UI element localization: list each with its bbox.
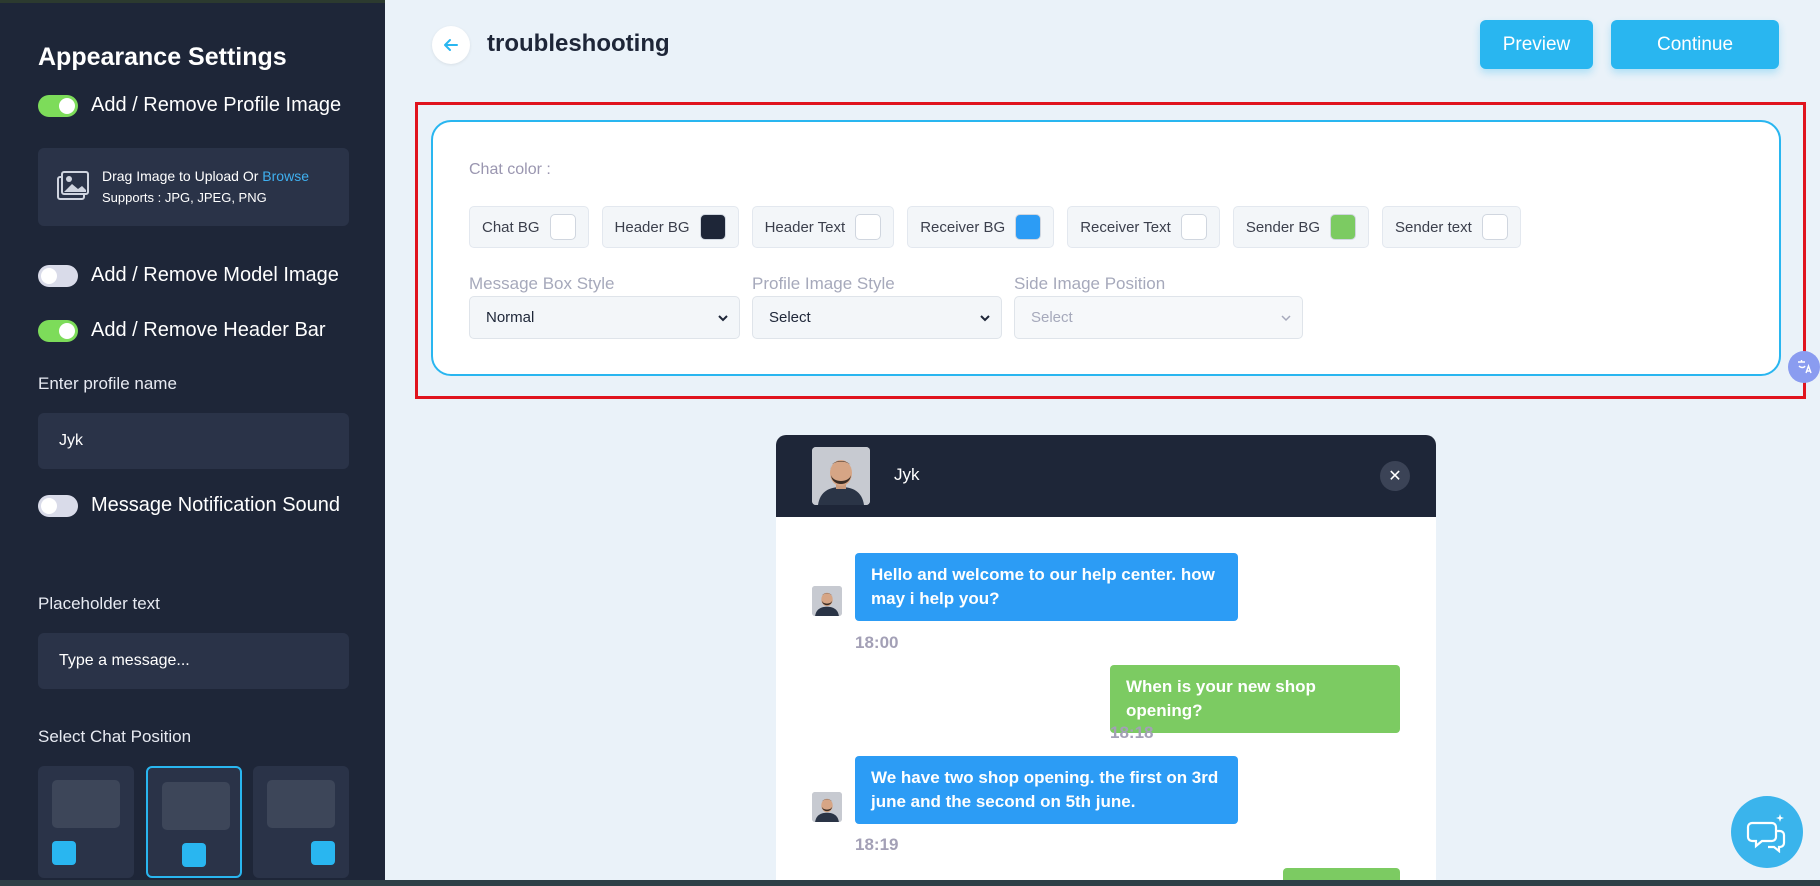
receiver-avatar — [812, 586, 842, 616]
notification-sound-toggle-label: Message Notification Sound — [91, 494, 341, 516]
page-title: troubleshooting — [487, 30, 670, 57]
sender-message: When is your new shop opening? — [1110, 665, 1400, 733]
color-swatch[interactable] — [1180, 214, 1207, 240]
position-preview-block — [162, 782, 230, 830]
model-image-toggle-row[interactable]: Add / Remove Model Image — [38, 264, 339, 287]
color-swatch[interactable] — [1015, 214, 1042, 240]
chip-label: Chat BG — [482, 218, 540, 236]
model-image-toggle-label: Add / Remove Model Image — [91, 264, 339, 286]
chip-chat-bg[interactable]: Chat BG — [469, 206, 589, 248]
chip-sender-text[interactable]: Sender text — [1382, 206, 1521, 248]
placeholder-text-input[interactable]: Type a message... — [38, 633, 349, 689]
header-bar-toggle-label: Add / Remove Header Bar — [91, 319, 326, 341]
chip-label: Header BG — [614, 218, 690, 236]
color-chips: Chat BG Header BG Header Text Receiver B… — [469, 206, 1534, 248]
side-image-position-select[interactable]: Select — [1014, 296, 1303, 339]
profile-image-toggle[interactable] — [38, 94, 78, 117]
help-chat-button[interactable] — [1731, 796, 1803, 868]
chip-receiver-bg[interactable]: Receiver BG — [907, 206, 1055, 248]
message-time: 18:19 — [855, 835, 899, 854]
color-swatch[interactable] — [855, 214, 882, 240]
profile-image-toggle-row[interactable]: Add / Remove Profile Image — [38, 94, 341, 117]
chip-label: Header Text — [764, 218, 846, 236]
color-swatch[interactable] — [1481, 214, 1508, 240]
chip-label: Receiver Text — [1080, 218, 1171, 236]
message-box-style-value: Normal — [486, 309, 535, 326]
notification-sound-toggle-row[interactable]: Message Notification Sound — [38, 494, 340, 517]
profile-name-label: Enter profile name — [38, 374, 177, 393]
side-image-position-label: Side Image Position — [1014, 274, 1166, 293]
chip-header-text[interactable]: Header Text — [751, 206, 895, 248]
sidebar-title: Appearance Settings — [38, 43, 287, 71]
chip-sender-bg[interactable]: Sender BG — [1232, 206, 1370, 248]
bottom-strip — [0, 880, 1820, 886]
chip-receiver-text[interactable]: Receiver Text — [1067, 206, 1220, 248]
receiver-message: Hello and welcome to our help center. ho… — [855, 553, 1238, 621]
close-icon[interactable]: ✕ — [1380, 461, 1410, 491]
position-preview-block — [267, 780, 335, 828]
continue-button[interactable]: Continue — [1611, 20, 1779, 69]
browse-link[interactable]: Browse — [262, 168, 309, 184]
model-image-toggle[interactable] — [38, 264, 78, 287]
chat-position-center[interactable] — [146, 766, 242, 878]
notification-sound-toggle[interactable] — [38, 494, 78, 517]
position-dot — [311, 841, 335, 865]
color-swatch[interactable] — [1330, 214, 1357, 240]
chat-preview: Jyk ✕ Hello and welcome to our help cent… — [776, 435, 1436, 886]
chip-label: Receiver BG — [920, 218, 1006, 236]
profile-name-input[interactable]: Jyk — [38, 413, 349, 469]
message-box-style-label: Message Box Style — [469, 274, 615, 293]
profile-image-toggle-label: Add / Remove Profile Image — [91, 94, 342, 116]
receiver-avatar — [812, 792, 842, 822]
chip-label: Sender text — [1395, 218, 1472, 236]
message-box-style-select[interactable]: Normal — [469, 296, 740, 339]
chevron-down-icon — [718, 314, 728, 321]
chip-header-bg[interactable]: Header BG — [601, 206, 739, 248]
color-swatch[interactable] — [699, 214, 726, 240]
image-icon — [57, 171, 89, 200]
chat-position-right[interactable] — [253, 766, 349, 878]
header-bar-toggle-row[interactable]: Add / Remove Header Bar — [38, 319, 326, 342]
chat-bubbles-icon — [1746, 814, 1786, 853]
upload-instructions: Drag Image to Upload Or — [102, 168, 259, 184]
position-preview-block — [52, 780, 120, 828]
chevron-down-icon — [980, 314, 990, 321]
header-bar-toggle[interactable] — [38, 319, 78, 342]
profile-image-style-select[interactable]: Select — [752, 296, 1002, 339]
appearance-sidebar: Appearance Settings Add / Remove Profile… — [0, 0, 385, 886]
message-time: 18:18 — [1110, 723, 1154, 742]
preview-button[interactable]: Preview — [1480, 20, 1593, 69]
arrow-left-icon — [444, 39, 458, 51]
side-image-position-value: Select — [1031, 309, 1073, 326]
chat-position-label: Select Chat Position — [38, 727, 192, 746]
chat-header: Jyk ✕ — [776, 435, 1436, 517]
upload-supports: Supports : JPG, JPEG, PNG — [102, 190, 267, 205]
profile-avatar — [812, 447, 870, 505]
profile-image-style-label: Profile Image Style — [752, 274, 895, 293]
translate-icon[interactable] — [1788, 351, 1820, 383]
color-swatch[interactable] — [549, 214, 576, 240]
image-upload-dropzone[interactable]: Drag Image to Upload Or Browse Supports … — [38, 148, 349, 226]
message-time: 18:00 — [855, 633, 899, 652]
position-dot — [52, 841, 76, 865]
chat-profile-name: Jyk — [894, 465, 920, 484]
profile-image-style-value: Select — [769, 309, 811, 326]
chat-position-left[interactable] — [38, 766, 134, 878]
chevron-down-icon — [1281, 314, 1291, 321]
chat-color-label: Chat color : — [469, 161, 551, 178]
chip-label: Sender BG — [1245, 218, 1321, 236]
placeholder-text-label: Placeholder text — [38, 594, 160, 613]
position-dot — [182, 843, 206, 867]
back-button[interactable] — [432, 26, 470, 64]
receiver-message: We have two shop opening. the first on 3… — [855, 756, 1238, 824]
